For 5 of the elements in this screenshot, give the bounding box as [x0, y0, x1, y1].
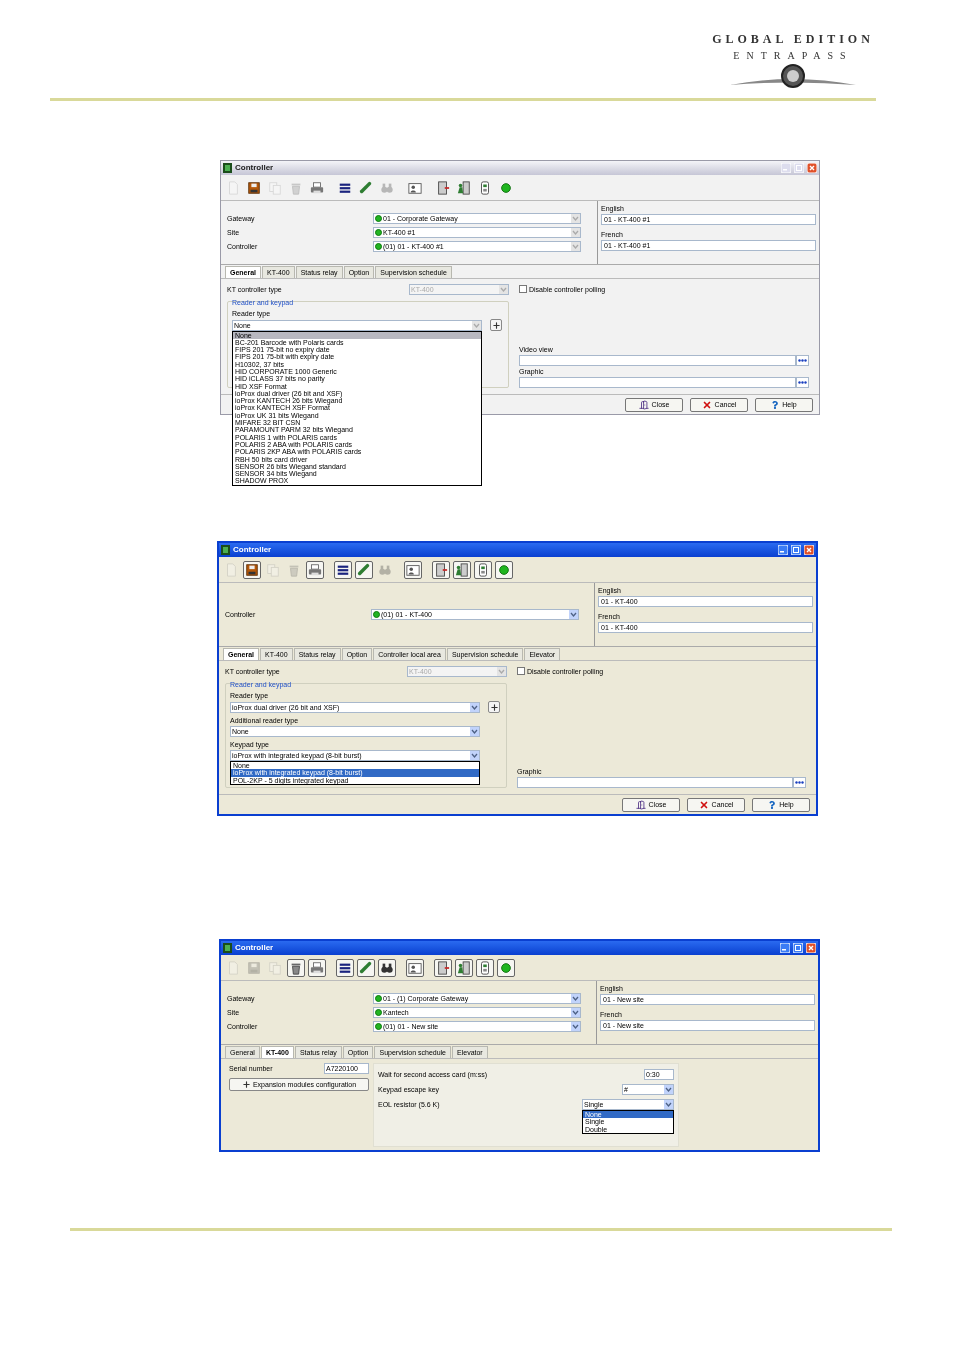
window-title: Controller [233, 546, 273, 554]
logo-subtitle: ENTRAPASS [733, 51, 853, 61]
window-title: Controller [235, 944, 275, 952]
window-title: Controller [235, 164, 275, 172]
logo-title: GLOBAL EDITION [712, 33, 874, 45]
